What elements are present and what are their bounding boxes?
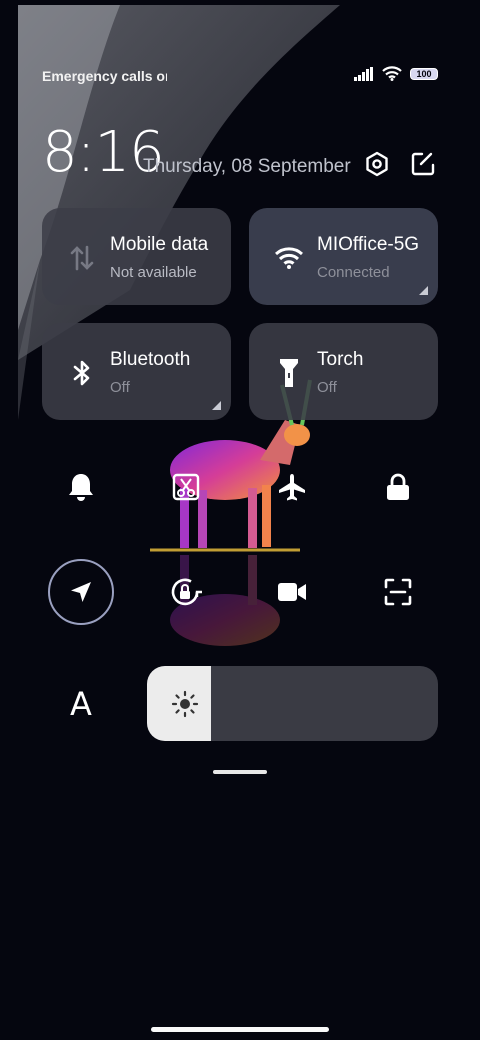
carrier-text: Emergency calls only — [42, 68, 167, 84]
bluetooth-label: Bluetooth — [110, 349, 191, 370]
scan-icon[interactable] — [365, 559, 431, 625]
mobile-data-label: Mobile data — [110, 234, 209, 255]
mobile-data-icon — [68, 244, 96, 272]
signal-icon — [354, 66, 373, 81]
bell-icon[interactable] — [48, 454, 114, 520]
video-camera-icon[interactable] — [259, 559, 325, 625]
wifi-network-label: MIOffice-5G — [317, 234, 420, 255]
expand-corner-icon[interactable] — [212, 401, 221, 410]
bluetooth-status: Off — [110, 379, 130, 396]
expand-corner-icon[interactable] — [419, 286, 428, 295]
wifi-icon — [275, 244, 303, 272]
lock-icon[interactable] — [365, 454, 431, 520]
tile-torch[interactable]: Torch Off — [249, 323, 438, 420]
screenshot-icon[interactable] — [153, 454, 219, 520]
tile-wifi[interactable]: MIOffice-5G Connected — [249, 208, 438, 305]
drag-handle[interactable] — [213, 770, 267, 774]
tile-mobile-data[interactable]: Mobile data Not available — [42, 208, 231, 305]
torch-label: Torch — [317, 349, 364, 370]
tile-bluetooth[interactable]: Bluetooth Off — [42, 323, 231, 420]
wifi-icon — [382, 66, 402, 81]
status-bar: Emergency calls only 100 — [42, 66, 438, 88]
brightness-slider[interactable] — [147, 666, 438, 741]
auto-brightness-button[interactable]: A — [48, 671, 114, 737]
torch-icon — [275, 359, 303, 387]
torch-status: Off — [317, 379, 337, 396]
location-icon[interactable] — [48, 559, 114, 625]
date: Thursday, 08 September — [143, 156, 351, 177]
settings-icon[interactable] — [363, 150, 391, 178]
home-indicator[interactable] — [151, 1027, 329, 1032]
battery-icon: 100 — [410, 67, 438, 80]
bluetooth-icon — [68, 359, 96, 387]
mobile-data-status: Not available — [110, 264, 197, 281]
sun-icon — [171, 690, 199, 718]
airplane-icon[interactable] — [259, 454, 325, 520]
rotation-lock-icon[interactable] — [153, 559, 219, 625]
edit-icon[interactable] — [409, 150, 437, 178]
wifi-status: Connected — [317, 264, 390, 281]
